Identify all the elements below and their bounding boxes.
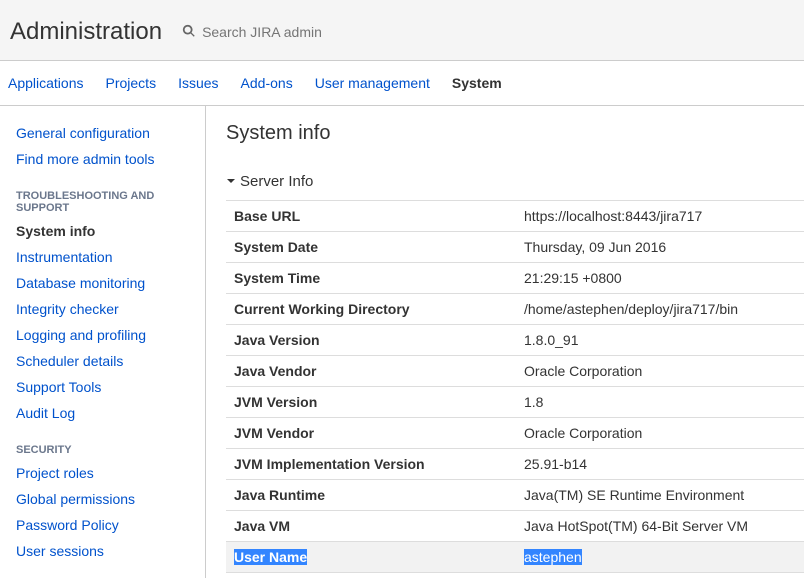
section-title: Server Info <box>240 173 313 190</box>
search-input[interactable] <box>202 24 383 40</box>
info-key: JVM Version <box>226 387 516 418</box>
info-key: JVM Implementation Version <box>226 449 516 480</box>
table-row: System Time21:29:15 +0800 <box>226 263 804 294</box>
table-row: Java VendorOracle Corporation <box>226 356 804 387</box>
info-key: JVM Vendor <box>226 418 516 449</box>
info-key: System Date <box>226 232 516 263</box>
sidebar-item-password-policy[interactable]: Password Policy <box>16 512 191 538</box>
admin-sidebar: General configurationFind more admin too… <box>0 106 206 578</box>
sidebar-item-global-permissions[interactable]: Global permissions <box>16 486 191 512</box>
info-value: 25.91-b14 <box>516 449 804 480</box>
main-content: System info Server Info Base URLhttps://… <box>206 106 804 578</box>
info-value: Oracle Corporation <box>516 418 804 449</box>
info-key: Base URL <box>226 201 516 232</box>
info-value: 21:29:15 +0800 <box>516 263 804 294</box>
search-icon <box>182 24 196 41</box>
admin-tabs: Applications Projects Issues Add-ons User ma… <box>0 61 804 106</box>
tab-issues[interactable]: Issues <box>178 75 218 91</box>
page-title: Administration <box>10 18 162 46</box>
sidebar-item-user-sessions[interactable]: User sessions <box>16 538 191 564</box>
table-row: JVM Implementation Version25.91-b14 <box>226 449 804 480</box>
server-info-table: Base URLhttps://localhost:8443/jira717Sy… <box>226 200 804 573</box>
info-value: 1.8 <box>516 387 804 418</box>
tab-system[interactable]: System <box>452 75 502 91</box>
admin-search[interactable] <box>182 24 383 41</box>
info-value: astephen <box>516 542 804 573</box>
tab-projects[interactable]: Projects <box>106 75 157 91</box>
table-row: Java VMJava HotSpot(TM) 64-Bit Server VM <box>226 511 804 542</box>
info-value: Thursday, 09 Jun 2016 <box>516 232 804 263</box>
info-key: System Time <box>226 263 516 294</box>
table-row: User Nameastephen <box>226 542 804 573</box>
sidebar-item-audit-log[interactable]: Audit Log <box>16 400 191 426</box>
sidebar-item-scheduler-details[interactable]: Scheduler details <box>16 348 191 374</box>
section-toggle-server-info[interactable]: Server Info <box>226 173 804 190</box>
sidebar-heading-troubleshooting: TROUBLESHOOTING AND SUPPORT <box>16 190 191 214</box>
sidebar-heading-security: SECURITY <box>16 444 191 456</box>
info-value: 1.8.0_91 <box>516 325 804 356</box>
tab-applications[interactable]: Applications <box>8 75 84 91</box>
chevron-down-icon <box>226 173 236 190</box>
info-value: Java HotSpot(TM) 64-Bit Server VM <box>516 511 804 542</box>
sidebar-item-logging-and-profiling[interactable]: Logging and profiling <box>16 322 191 348</box>
table-row: Base URLhttps://localhost:8443/jira717 <box>226 201 804 232</box>
main-title: System info <box>226 122 804 145</box>
info-value: Java(TM) SE Runtime Environment <box>516 480 804 511</box>
sidebar-item-instrumentation[interactable]: Instrumentation <box>16 244 191 270</box>
sidebar-item-system-info[interactable]: System info <box>16 218 191 244</box>
sidebar-item-find-more-admin-tools[interactable]: Find more admin tools <box>16 146 191 172</box>
table-row: JVM VendorOracle Corporation <box>226 418 804 449</box>
table-row: Java Version1.8.0_91 <box>226 325 804 356</box>
info-key: Java VM <box>226 511 516 542</box>
sidebar-item-project-roles[interactable]: Project roles <box>16 460 191 486</box>
table-row: Current Working Directory/home/astephen/… <box>226 294 804 325</box>
sidebar-item-database-monitoring[interactable]: Database monitoring <box>16 270 191 296</box>
tab-user-management[interactable]: User management <box>315 75 430 91</box>
table-row: System DateThursday, 09 Jun 2016 <box>226 232 804 263</box>
info-key: Java Vendor <box>226 356 516 387</box>
info-key: Current Working Directory <box>226 294 516 325</box>
table-row: JVM Version1.8 <box>226 387 804 418</box>
admin-header: Administration <box>0 0 804 61</box>
tab-add-ons[interactable]: Add-ons <box>241 75 293 91</box>
info-value: Oracle Corporation <box>516 356 804 387</box>
info-key: User Name <box>226 542 516 573</box>
info-value: https://localhost:8443/jira717 <box>516 201 804 232</box>
info-key: Java Runtime <box>226 480 516 511</box>
info-value: /home/astephen/deploy/jira717/bin <box>516 294 804 325</box>
sidebar-item-general-configuration[interactable]: General configuration <box>16 120 191 146</box>
sidebar-item-integrity-checker[interactable]: Integrity checker <box>16 296 191 322</box>
info-key: Java Version <box>226 325 516 356</box>
sidebar-item-support-tools[interactable]: Support Tools <box>16 374 191 400</box>
table-row: Java RuntimeJava(TM) SE Runtime Environm… <box>226 480 804 511</box>
